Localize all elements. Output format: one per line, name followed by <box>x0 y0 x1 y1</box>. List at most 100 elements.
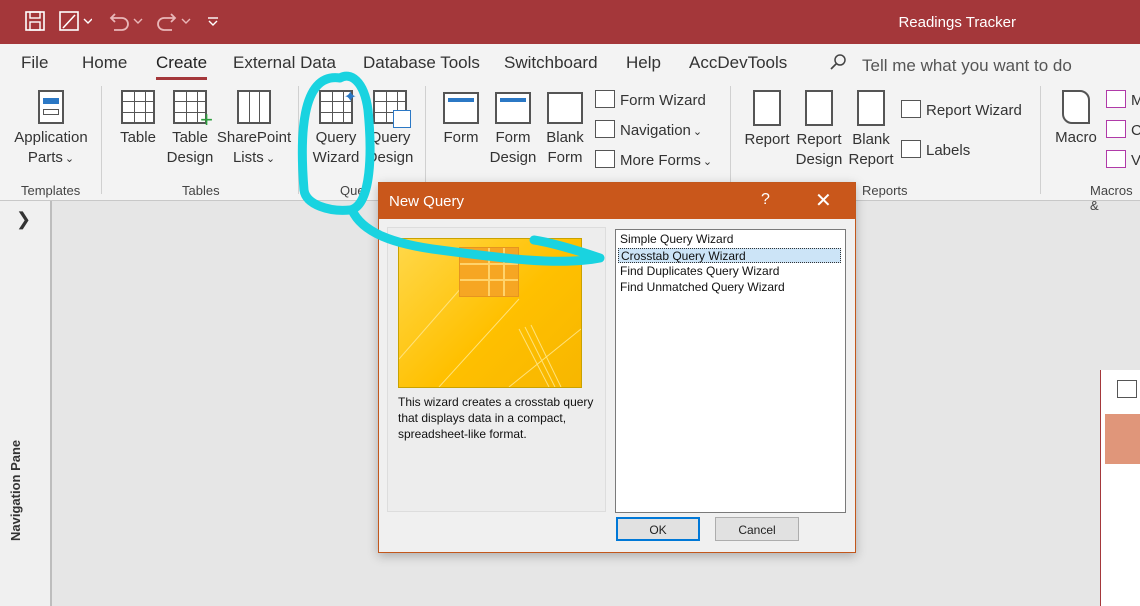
form-design-label-1: Form <box>495 129 531 146</box>
group-divider <box>1040 86 1041 194</box>
search-icon <box>830 53 848 76</box>
undo-icon[interactable] <box>106 10 144 37</box>
application-parts-label-1: Application <box>14 129 88 146</box>
background-window-header <box>1105 414 1140 464</box>
new-query-dialog: New Query ? ✕ This wizard creates a cros… <box>378 182 856 553</box>
report-design-label-1: Report <box>796 131 842 148</box>
navigation-button[interactable]: Navigation ⌄ <box>595 120 702 139</box>
chevron-down-icon: ⌄ <box>692 126 703 138</box>
query-wizard-icon: ✦ <box>319 89 357 124</box>
class-module-icon <box>1106 120 1126 138</box>
macro-button[interactable]: Macro <box>1052 90 1100 148</box>
window-title: Readings Tracker <box>898 14 1016 31</box>
form-button[interactable]: Form <box>438 92 484 148</box>
blank-report-button[interactable]: Blank Report <box>846 90 896 170</box>
form-design-label-2: Design <box>489 149 537 166</box>
chevron-down-icon: ⌄ <box>265 153 276 165</box>
form-wizard-button[interactable]: Form Wizard <box>595 90 706 109</box>
navigation-label: Navigation <box>620 122 691 139</box>
chevron-down-icon: ⌄ <box>702 156 713 168</box>
sharepoint-lists-label-1: SharePoint <box>216 129 292 146</box>
table-icon <box>121 90 155 124</box>
crosstab-grid-icon <box>459 247 519 297</box>
wizard-description: This wizard creates a crosstab query tha… <box>398 395 594 441</box>
tab-switchboard[interactable]: Switchboard <box>504 53 598 73</box>
tab-file[interactable]: File <box>21 53 48 73</box>
query-design-label-2: Design <box>366 149 414 166</box>
form-wizard-label: Form Wizard <box>620 92 706 109</box>
tab-database-tools[interactable]: Database Tools <box>363 53 480 73</box>
window-icon <box>1117 380 1137 398</box>
table-button[interactable]: Table <box>116 90 160 148</box>
query-design-button[interactable]: Query Design <box>364 90 416 168</box>
blank-form-button[interactable]: Blank Form <box>542 92 588 168</box>
form-wizard-icon <box>595 90 615 108</box>
form-design-button[interactable]: Form Design <box>488 92 538 168</box>
tab-help[interactable]: Help <box>626 53 661 73</box>
query-design-label-1: Query <box>369 129 411 146</box>
macros-item-c[interactable]: C <box>1106 120 1140 139</box>
group-divider <box>101 86 102 194</box>
dialog-title: New Query <box>389 193 465 210</box>
form-design-quick-icon[interactable] <box>58 10 93 37</box>
query-wizard-label-1: Query <box>315 129 357 146</box>
macro-label: Macro <box>1055 129 1097 146</box>
group-reports-label: Reports <box>862 183 908 198</box>
report-design-button[interactable]: Report Design <box>794 90 844 170</box>
tab-home[interactable]: Home <box>82 53 127 73</box>
macros-item-v[interactable]: V <box>1106 150 1140 169</box>
customize-qat-icon[interactable] <box>206 10 220 37</box>
wizard-preview-image <box>398 238 582 388</box>
group-queries-label: Quer <box>340 183 369 198</box>
macros-item-v-label: V <box>1131 152 1140 169</box>
form-icon <box>443 92 479 124</box>
dialog-title-bar: New Query ? ✕ <box>379 183 855 219</box>
table-design-label-2: Design <box>166 149 214 166</box>
module-icon <box>1106 90 1126 108</box>
save-icon[interactable] <box>24 10 46 37</box>
close-icon[interactable]: ✕ <box>815 188 832 213</box>
group-tables-label: Tables <box>182 183 220 198</box>
sharepoint-lists-icon <box>237 90 271 124</box>
more-forms-button[interactable]: More Forms ⌄ <box>595 150 712 169</box>
navigation-pane[interactable]: ❯ Navigation Pane <box>0 201 52 606</box>
application-parts-button[interactable]: Application Parts ⌄ <box>10 90 92 169</box>
chevron-right-icon[interactable]: ❯ <box>16 209 31 230</box>
cancel-button[interactable]: Cancel <box>715 517 799 541</box>
blank-report-icon <box>857 90 885 126</box>
preview-pane: This wizard creates a crosstab query tha… <box>387 227 606 512</box>
report-button[interactable]: Report <box>742 90 792 150</box>
redo-icon[interactable] <box>154 10 192 37</box>
table-design-icon: + <box>173 90 213 131</box>
query-design-icon <box>373 90 411 128</box>
title-bar: Readings Tracker <box>0 0 1140 44</box>
tab-accdevtools[interactable]: AccDevTools <box>689 53 787 73</box>
list-item[interactable]: Find Unmatched Query Wizard <box>618 280 841 295</box>
more-forms-icon <box>595 150 615 168</box>
macros-item-m-label: M <box>1131 92 1140 109</box>
background-window <box>1100 370 1140 606</box>
query-wizard-button[interactable]: ✦ Query Wizard <box>310 89 362 168</box>
table-design-button[interactable]: + Table Design <box>163 90 217 168</box>
wizard-list[interactable]: Simple Query Wizard Crosstab Query Wizar… <box>615 229 846 513</box>
tab-external-data[interactable]: External Data <box>233 53 336 73</box>
help-button[interactable]: ? <box>761 191 770 209</box>
blank-report-label-1: Blank <box>852 131 890 148</box>
sharepoint-lists-button[interactable]: SharePoint Lists ⌄ <box>216 90 292 169</box>
list-item[interactable]: Crosstab Query Wizard <box>618 248 841 263</box>
tab-create[interactable]: Create <box>156 53 208 80</box>
tell-me-search[interactable]: Tell me what you want to do <box>830 53 1072 76</box>
labels-button[interactable]: Labels <box>901 140 970 159</box>
macros-item-m[interactable]: M <box>1106 90 1140 109</box>
labels-icon <box>901 140 921 158</box>
blank-report-label-2: Report <box>848 151 894 168</box>
group-templates-label: Templates <box>21 183 81 198</box>
report-wizard-button[interactable]: Report Wizard <box>901 100 1022 119</box>
form-design-icon <box>495 92 531 124</box>
navigation-icon <box>595 120 615 138</box>
ok-button[interactable]: OK <box>616 517 700 541</box>
search-placeholder: Tell me what you want to do <box>862 56 1072 75</box>
ribbon-tabs: File Home Create External Data Database … <box>0 44 1140 80</box>
list-item[interactable]: Find Duplicates Query Wizard <box>618 264 841 279</box>
list-item[interactable]: Simple Query Wizard <box>618 232 841 247</box>
